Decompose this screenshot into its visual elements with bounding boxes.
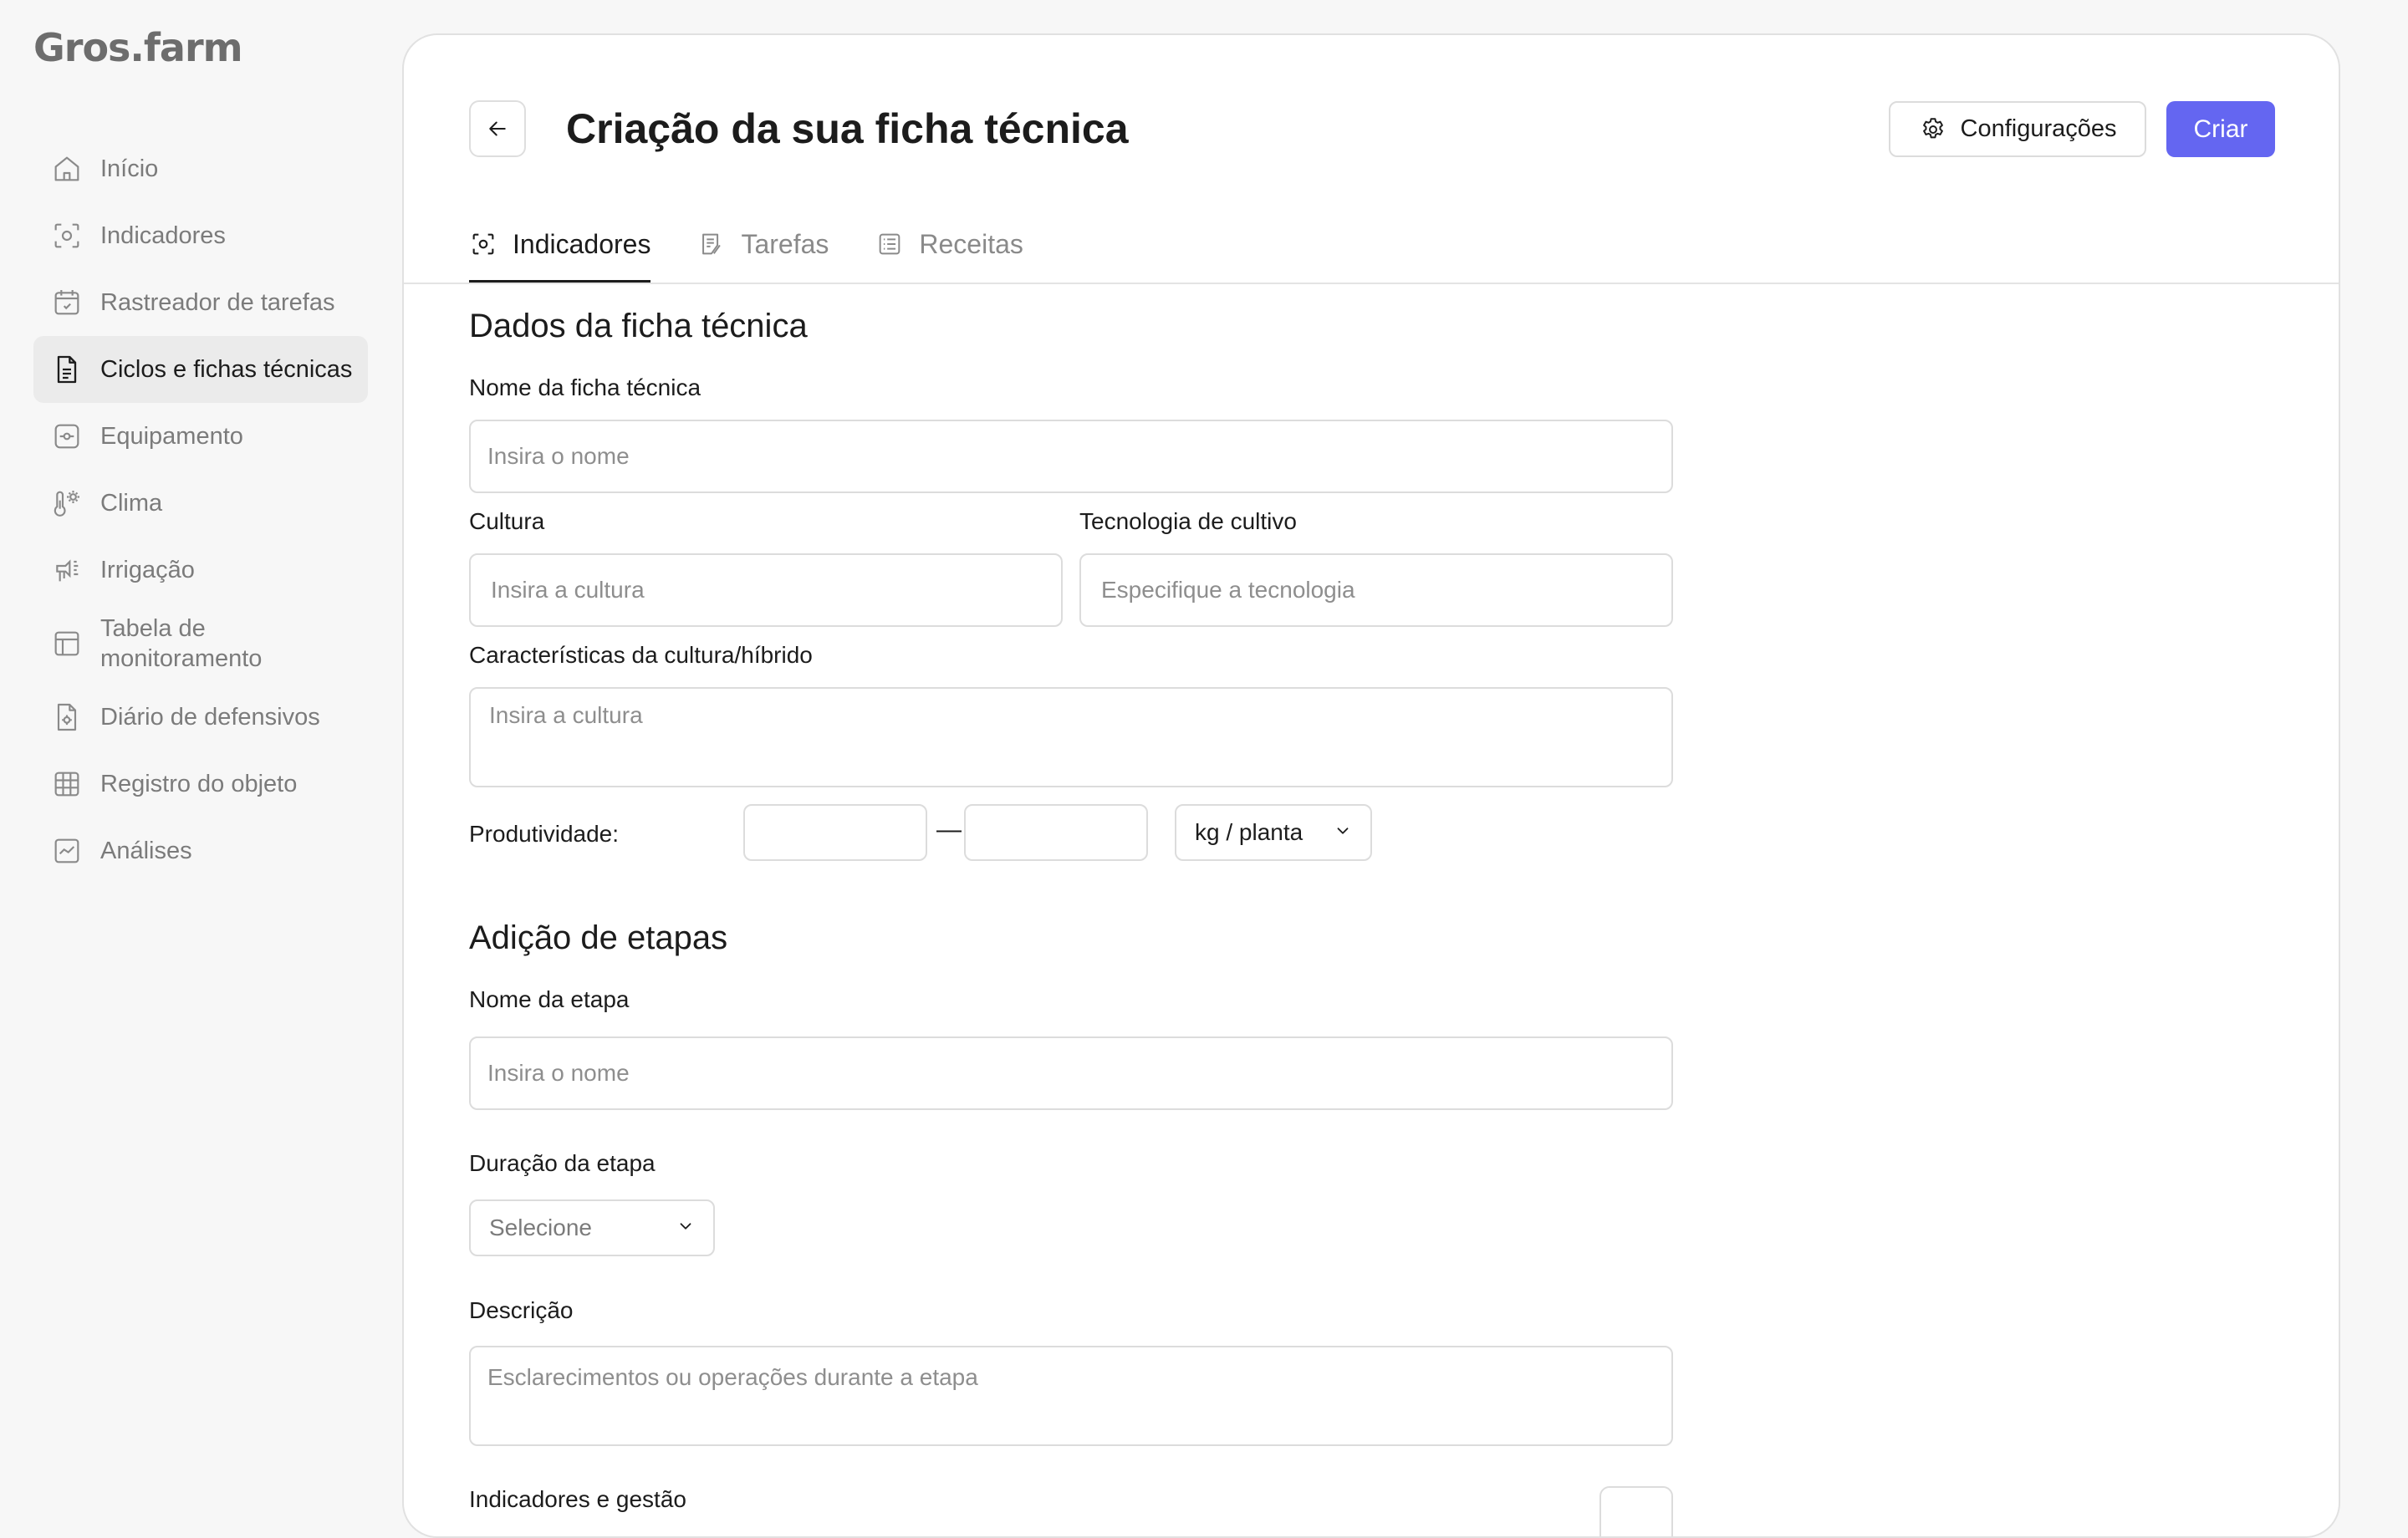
sidebar-nav: Início Indicadores Rastreador de tarefas… [33, 135, 368, 884]
section-title-ficha: Dados da ficha técnica [469, 308, 808, 344]
sidebar-item-label: Análises [100, 838, 192, 864]
chevron-down-icon [676, 1215, 695, 1241]
indicators-management-label: Indicadores e gestão [469, 1486, 686, 1512]
sidebar-item-irrigacao[interactable]: Irrigação [33, 537, 368, 603]
chart-icon [50, 834, 84, 868]
productivity-unit-select[interactable]: kg / planta [1175, 804, 1372, 861]
sidebar-item-label: Tabela de monitoramento [100, 615, 263, 672]
irrigation-icon [50, 553, 84, 587]
sidebar-item-tabela[interactable]: Tabela de monitoramento [33, 602, 368, 685]
productivity-label: Produtividade: [469, 821, 620, 847]
name-label: Nome da ficha técnica [469, 374, 701, 400]
tab-label: Indicadores [513, 228, 651, 259]
description-label: Descrição [469, 1297, 574, 1323]
sidebar-item-ciclos[interactable]: Ciclos e fichas técnicas [33, 336, 368, 403]
sidebar-item-registro[interactable]: Registro do objeto [33, 751, 368, 817]
gear-icon [1922, 117, 1943, 138]
home-icon [50, 152, 84, 186]
sidebar-item-rastreador[interactable]: Rastreador de tarefas [33, 269, 368, 336]
recipes-icon [880, 233, 900, 255]
duration-value: Selecione [489, 1215, 592, 1240]
tab-label: Tarefas [741, 228, 829, 259]
sidebar-item-label: Registro do objeto [100, 771, 298, 797]
sidebar-item-clima[interactable]: Clima [33, 470, 368, 537]
sidebar-item-label: Indicadores [100, 222, 226, 249]
culture-label: Cultura [469, 508, 545, 534]
productivity-max-input[interactable] [964, 804, 1148, 861]
thermometer-sun-icon [50, 486, 84, 520]
document-icon [50, 353, 84, 386]
settings-button-label: Configurações [1960, 115, 2117, 142]
technology-input[interactable] [1079, 553, 1673, 627]
sidebar-item-label: Diário de defensivos [100, 704, 320, 731]
tab-indicadores[interactable]: Indicadores [469, 211, 651, 283]
sidebar-item-label: Ciclos e fichas técnicas [100, 356, 353, 383]
sidebar-item-equipamento[interactable]: Equipamento [33, 403, 368, 470]
unit-value: kg / planta [1195, 819, 1303, 845]
sidebar-item-label: Rastreador de tarefas [100, 289, 335, 316]
page-title: Criação da sua ficha técnica [566, 105, 1129, 152]
description-textarea[interactable] [469, 1346, 1673, 1446]
sidebar-item-analises[interactable]: Análises [33, 817, 368, 884]
pesticide-diary-icon [50, 700, 84, 734]
technology-label: Tecnologia de cultivo [1079, 508, 1297, 534]
name-input[interactable] [469, 420, 1673, 493]
indicators-icon [50, 219, 84, 252]
section-title-etapas: Adição de etapas [469, 919, 728, 956]
sidebar-item-label: Equipamento [100, 423, 243, 450]
tasks-icon [702, 233, 722, 255]
tab-receitas[interactable]: Receitas [875, 211, 1023, 278]
chevron-down-icon [1334, 819, 1352, 846]
equipment-icon [50, 420, 84, 453]
stage-duration-select[interactable]: Selecione [469, 1199, 715, 1256]
sidebar-item-indicadores[interactable]: Indicadores [33, 202, 368, 269]
stage-name-input[interactable] [469, 1036, 1673, 1110]
stage-duration-label: Duração da etapa [469, 1150, 656, 1176]
app-logo[interactable]: Gros.farm [33, 25, 243, 70]
sidebar-item-inicio[interactable]: Início [33, 135, 368, 202]
stage-name-label: Nome da etapa [469, 986, 630, 1012]
culture-input[interactable] [469, 553, 1063, 627]
back-button[interactable] [469, 100, 526, 157]
sidebar-item-label: Irrigação [100, 557, 195, 583]
settings-button[interactable]: Configurações [1889, 101, 2146, 157]
tab-label: Receitas [919, 228, 1023, 259]
create-button[interactable]: Criar [2166, 101, 2275, 157]
arrow-left-icon [489, 121, 506, 136]
add-indicator-button[interactable] [1599, 1486, 1673, 1536]
tab-bar: Indicadores Tarefas Receitas [469, 211, 1070, 283]
characteristics-textarea[interactable] [469, 687, 1673, 787]
grid-icon [50, 767, 84, 801]
tab-tarefas[interactable]: Tarefas [697, 211, 829, 278]
tabs-divider [404, 283, 2339, 284]
productivity-min-input[interactable] [743, 804, 927, 861]
range-separator: — [936, 816, 962, 843]
sidebar-item-label: Início [100, 155, 159, 182]
sidebar-item-label: Clima [100, 490, 163, 517]
main-card: Criação da sua ficha técnica Configuraçõ… [402, 33, 2340, 1538]
characteristics-label: Características da cultura/híbrido [469, 642, 813, 668]
sidebar-item-diario[interactable]: Diário de defensivos [33, 684, 368, 751]
table-icon [50, 627, 84, 660]
indicators-icon [472, 233, 494, 255]
calendar-check-icon [50, 286, 84, 319]
